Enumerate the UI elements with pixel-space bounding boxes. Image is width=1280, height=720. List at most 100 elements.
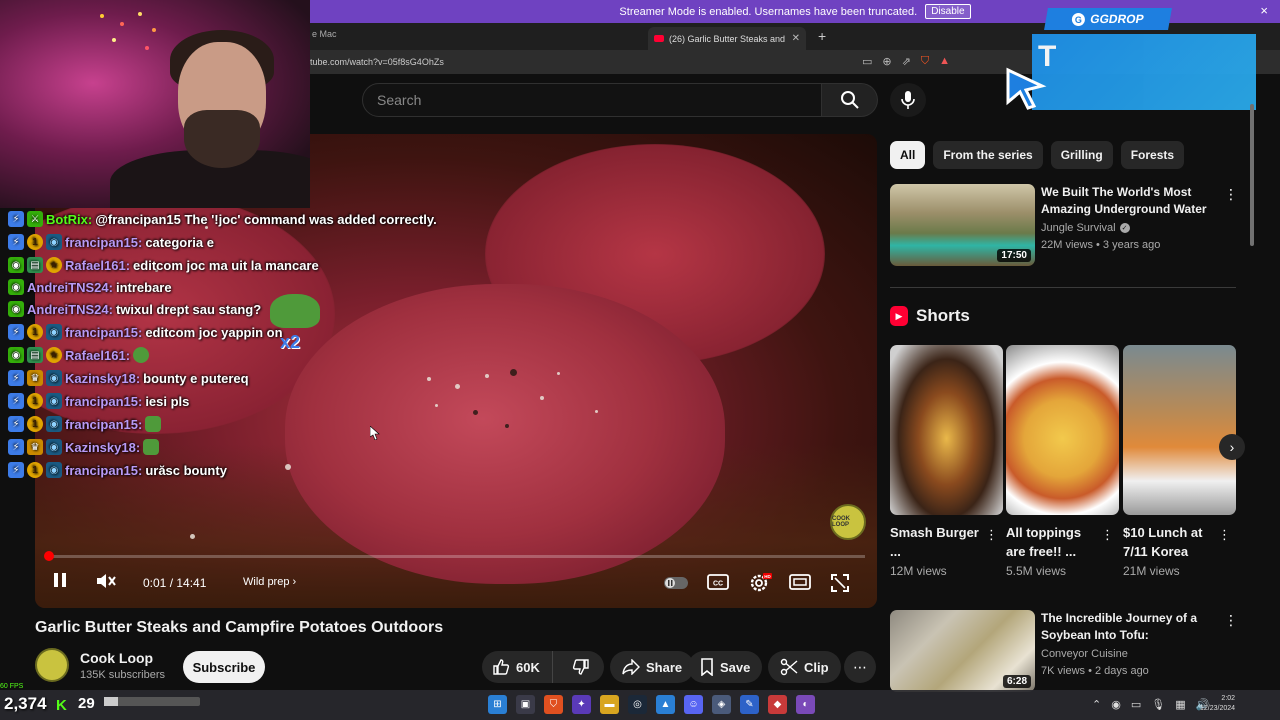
mute-button[interactable] <box>95 572 117 590</box>
search-input[interactable]: Search <box>362 83 822 117</box>
settings-button[interactable]: HD <box>748 572 772 594</box>
discord-icon[interactable]: ☺ <box>684 695 703 714</box>
short-thumbnail[interactable] <box>1123 345 1236 515</box>
channel-watermark[interactable]: COOK LOOP <box>830 504 866 540</box>
new-tab-button[interactable]: + <box>818 28 826 44</box>
kebab-menu-icon[interactable]: ⋮ <box>1224 612 1238 629</box>
close-icon[interactable]: × <box>1260 3 1268 18</box>
video-title-link[interactable]: We Built The World's Most Amazing Underg… <box>1041 184 1213 218</box>
tab-close-icon[interactable]: ✕ <box>792 33 800 44</box>
app-icon[interactable]: ◆ <box>768 695 787 714</box>
brave-shield-icon[interactable]: ⛉ <box>921 55 929 68</box>
kebab-menu-icon[interactable]: ⋮ <box>1224 186 1238 203</box>
browser-tab[interactable]: e Mac <box>312 29 337 39</box>
chip-grilling[interactable]: Grilling <box>1050 141 1113 169</box>
progress-scrubber[interactable] <box>44 551 54 561</box>
app-icon[interactable]: ▲ <box>656 695 675 714</box>
dislike-button[interactable] <box>559 658 604 676</box>
browser-tab-active[interactable]: (26) Garlic Butter Steaks and Ca ✕ <box>648 27 806 50</box>
moderator-badge-icon: ⚔ <box>27 211 43 227</box>
video-title-link[interactable]: The Incredible Journey of a Soybean Into… <box>1041 610 1213 644</box>
file-explorer-icon[interactable]: ▬ <box>600 695 619 714</box>
pause-button[interactable] <box>53 572 67 588</box>
channel-name[interactable]: Jungle Survival ✓ <box>1041 222 1130 234</box>
streamer-beard <box>184 110 260 168</box>
network-icon[interactable]: ▦ <box>1175 698 1185 711</box>
progress-bar[interactable] <box>44 551 865 561</box>
short-title: Smash Burger ... <box>890 525 979 559</box>
subscribe-button[interactable]: Subscribe <box>183 651 265 683</box>
task-view-icon[interactable]: ▣ <box>516 695 535 714</box>
autoplay-toggle[interactable] <box>663 576 689 590</box>
tray-app-icon[interactable]: ▭ <box>1131 698 1141 711</box>
app-icon[interactable]: ◈ <box>712 695 731 714</box>
kebab-menu-icon[interactable]: ⋮ <box>1101 527 1114 543</box>
search-button[interactable] <box>822 83 878 117</box>
microphone-icon[interactable]: 🎙 <box>1151 698 1165 711</box>
short-item[interactable]: $10 Lunch at 7/11 Korea 21M views ⋮ <box>1123 345 1236 578</box>
share-label: Share <box>646 659 683 675</box>
short-thumbnail[interactable] <box>1006 345 1119 515</box>
brave-browser-icon[interactable]: ⛉ <box>544 695 563 714</box>
chat-username: Rafael161: <box>65 347 131 363</box>
chip-all[interactable]: All <box>890 141 926 169</box>
windows-start-icon[interactable]: ⊞ <box>488 695 507 714</box>
like-count: 60K <box>516 659 540 675</box>
video-thumbnail[interactable]: 17:50 <box>890 184 1035 266</box>
badge-icon: ◉ <box>8 301 24 317</box>
cast-icon[interactable]: ▭ <box>862 55 872 68</box>
badge-icon: ◉ <box>8 347 24 363</box>
chip-forests[interactable]: Forests <box>1120 141 1185 169</box>
fullscreen-button[interactable] <box>831 574 849 592</box>
short-item[interactable]: Smash Burger ... 12M views ⋮ <box>890 345 1003 578</box>
channel-name[interactable]: Cook Loop <box>80 650 153 666</box>
shorts-next-button[interactable]: › <box>1219 434 1245 460</box>
channel-avatar[interactable] <box>35 648 69 682</box>
app-icon[interactable]: ✦ <box>572 695 591 714</box>
clip-button[interactable]: Clip <box>768 651 841 683</box>
disable-button[interactable]: Disable <box>925 4 971 19</box>
kebab-menu-icon[interactable]: ⋮ <box>1218 527 1231 543</box>
shorts-heading: ▶ Shorts <box>890 306 970 326</box>
chevron-up-icon[interactable]: ⌃ <box>1092 698 1101 711</box>
captions-button[interactable]: CC <box>707 574 729 590</box>
scissors-icon <box>780 658 798 676</box>
chat-message: ⚡ 1 ◉ francipan15: editcom joc yappin on <box>8 321 283 343</box>
autoplay-icon <box>664 577 688 589</box>
thumbs-down-icon <box>573 659 589 675</box>
video-thumbnail[interactable]: 6:28 <box>890 610 1035 692</box>
bookmark-icon <box>701 658 713 676</box>
share-icon[interactable]: ⇗ <box>902 55 911 68</box>
voice-search-button[interactable] <box>890 83 926 117</box>
chat-text: editcom joc yappin on <box>145 324 283 340</box>
channel-name[interactable]: Conveyor Cuisine <box>1041 648 1128 660</box>
chat-username: francipan15: <box>65 324 143 340</box>
short-item[interactable]: All toppings are free!! ... 5.5M views ⋮ <box>1006 345 1119 578</box>
app-icon[interactable]: ✎ <box>740 695 759 714</box>
recommended-video[interactable]: 6:28 The Incredible Journey of a Soybean… <box>890 610 1240 692</box>
rewards-icon[interactable]: ▲ <box>939 55 950 68</box>
search-placeholder: Search <box>377 92 422 108</box>
scrollbar-thumb[interactable] <box>1250 104 1254 246</box>
kebab-menu-icon[interactable]: ⋮ <box>985 527 998 543</box>
more-actions-button[interactable]: ⋯ <box>844 651 876 683</box>
chip-from-the-series[interactable]: From the series <box>933 141 1043 169</box>
system-clock[interactable]: 2:02 12/23/2024 <box>1200 694 1235 714</box>
tray-app-icon[interactable]: ◉ <box>1111 698 1121 711</box>
theater-mode-button[interactable] <box>789 574 811 590</box>
steam-icon[interactable]: ◎ <box>628 695 647 714</box>
save-button[interactable]: Save <box>688 651 763 683</box>
short-thumbnail[interactable] <box>890 345 1003 515</box>
like-button[interactable]: 60K <box>482 651 553 683</box>
chat-message: ◉ ▤ ★ Rafael161: editcom joc ma uit la m… <box>8 254 319 276</box>
recommended-video[interactable]: 17:50 We Built The World's Most Amazing … <box>890 184 1240 266</box>
chapter-button[interactable]: Wild prep › <box>243 576 296 588</box>
shorts-logo-icon: ▶ <box>890 306 908 326</box>
chat-username: Rafael161: <box>65 257 131 273</box>
app-icon[interactable]: ◐ <box>796 695 815 714</box>
share-button[interactable]: Share <box>610 651 695 683</box>
chat-message: ◉ AndreiTNS24: intrebare <box>8 276 172 298</box>
banner-text: Streamer Mode is enabled. Usernames have… <box>619 5 918 18</box>
video-frame-steak <box>285 284 725 584</box>
zoom-icon[interactable]: ⊕ <box>882 55 891 68</box>
